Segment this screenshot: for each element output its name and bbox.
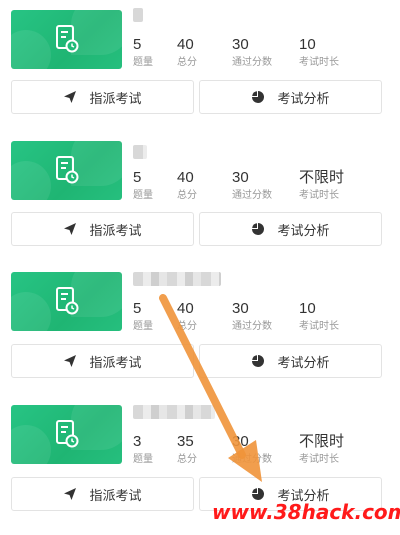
pie-chart-icon — [252, 488, 265, 500]
exam-analysis-button[interactable]: 考试分析 — [199, 212, 382, 246]
stat-total-score: 40 总分 — [177, 36, 197, 68]
pie-chart-icon — [252, 223, 265, 235]
stat-duration: 不限时 考试时长 — [299, 169, 345, 201]
exam-thumbnail[interactable] — [11, 10, 122, 69]
exam-doc-clock-icon — [56, 25, 79, 53]
exam-title-blurred — [133, 272, 221, 286]
pie-chart-icon — [252, 355, 265, 367]
exam-analysis-label: 考试分析 — [277, 354, 330, 370]
stat-question-count: 5 题量 — [133, 36, 153, 68]
exam-analysis-label: 考试分析 — [277, 90, 330, 106]
exam-analysis-button[interactable]: 考试分析 — [199, 344, 382, 378]
watermark-text: www.38hack.com — [212, 500, 400, 524]
assign-exam-button[interactable]: 指派考试 — [11, 80, 194, 114]
stat-pass-score: 30 通过分数 — [232, 36, 272, 68]
pie-chart-icon — [252, 91, 265, 103]
assign-exam-label: 指派考试 — [89, 487, 142, 503]
assign-exam-button[interactable]: 指派考试 — [11, 212, 194, 246]
exam-thumbnail[interactable] — [11, 405, 122, 464]
exam-doc-clock-icon — [56, 156, 79, 184]
exam-title-blurred — [133, 8, 143, 22]
assign-exam-label: 指派考试 — [89, 90, 142, 106]
stat-duration: 10 考试时长 — [299, 36, 339, 68]
exam-title-blurred — [133, 405, 215, 419]
stat-pass-score: 30 通过分数 — [232, 433, 272, 465]
stat-question-count: 5 题量 — [133, 300, 153, 332]
stat-question-count: 3 题量 — [133, 433, 153, 465]
stat-pass-score: 30 通过分数 — [232, 300, 272, 332]
assign-exam-button[interactable]: 指派考试 — [11, 477, 194, 511]
exam-doc-clock-icon — [56, 287, 79, 315]
stat-total-score: 40 总分 — [177, 300, 197, 332]
send-plane-icon — [64, 91, 77, 103]
send-plane-icon — [64, 355, 77, 367]
exam-thumbnail[interactable] — [11, 272, 122, 331]
stat-duration: 10 考试时长 — [299, 300, 339, 332]
send-plane-icon — [64, 223, 77, 235]
assign-exam-label: 指派考试 — [89, 222, 142, 238]
exam-analysis-label: 考试分析 — [277, 222, 330, 238]
stat-question-count: 5 题量 — [133, 169, 153, 201]
exam-doc-clock-icon — [56, 420, 79, 448]
send-plane-icon — [64, 488, 77, 500]
stat-total-score: 40 总分 — [177, 169, 197, 201]
exam-title-blurred — [133, 145, 147, 159]
exam-thumbnail[interactable] — [11, 141, 122, 200]
stat-pass-score: 30 通过分数 — [232, 169, 272, 201]
stat-duration: 不限时 考试时长 — [299, 433, 345, 465]
exam-analysis-button[interactable]: 考试分析 — [199, 80, 382, 114]
assign-exam-label: 指派考试 — [89, 354, 142, 370]
assign-exam-button[interactable]: 指派考试 — [11, 344, 194, 378]
stat-total-score: 35 总分 — [177, 433, 197, 465]
